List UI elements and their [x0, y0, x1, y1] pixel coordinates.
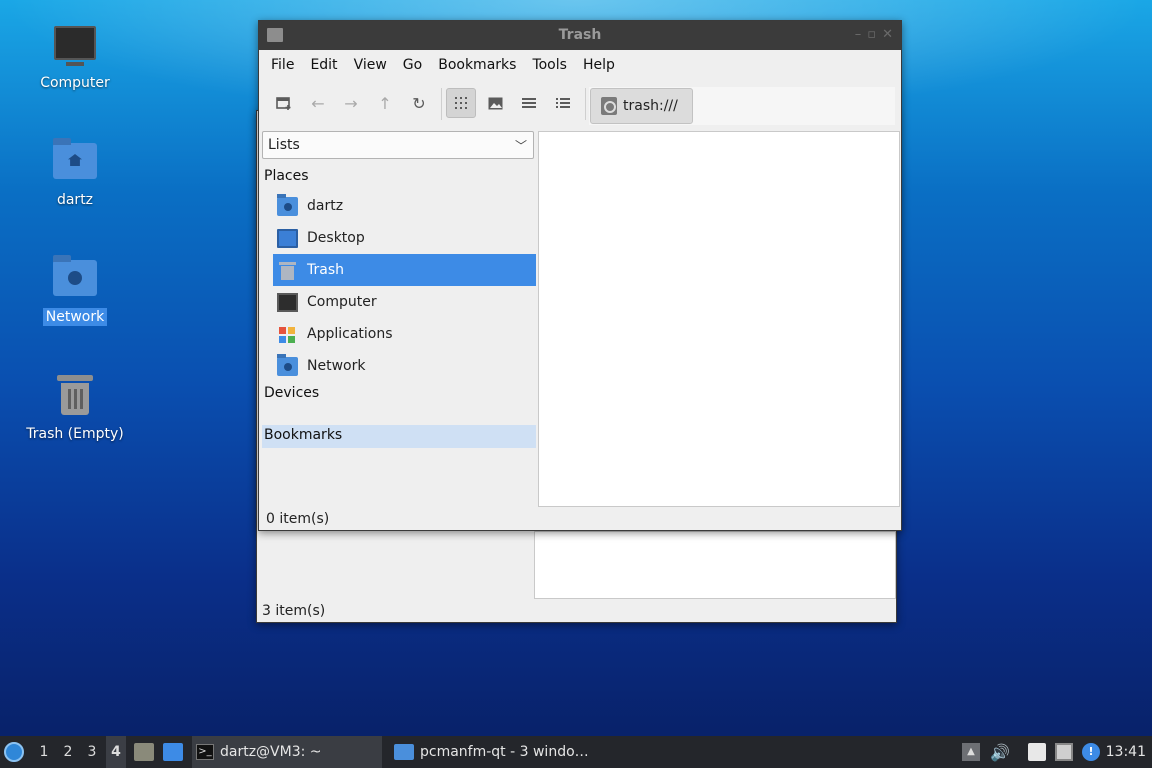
- menu-help[interactable]: Help: [575, 57, 623, 73]
- task-terminal[interactable]: >_ dartz@VM3: ~: [192, 736, 382, 768]
- computer-icon: [51, 20, 99, 68]
- desktop-icon-trash[interactable]: Trash (Empty): [20, 371, 130, 443]
- computer-icon: [277, 292, 298, 312]
- desktop-icon: [163, 743, 183, 761]
- desktop-icon-network[interactable]: Network: [20, 254, 130, 326]
- toolbar-separator: [585, 88, 586, 120]
- detailed-list-icon[interactable]: [548, 88, 578, 118]
- terminal-icon: >_: [196, 744, 214, 760]
- workspace-4[interactable]: 4: [106, 736, 126, 768]
- network-icon: [1055, 743, 1073, 761]
- task-label: pcmanfm-qt - 3 windo…: [420, 744, 589, 760]
- sidebar-item-label: Computer: [307, 294, 377, 310]
- task-pcmanfm[interactable]: pcmanfm-qt - 3 windo…: [394, 736, 594, 768]
- desktop-icon: [277, 228, 298, 248]
- workspace-2[interactable]: 2: [58, 736, 78, 768]
- sidebar-item-network[interactable]: Network: [273, 350, 536, 382]
- sidebar-item-dartz[interactable]: dartz: [273, 190, 536, 222]
- compact-view-icon[interactable]: [514, 88, 544, 118]
- side-pane-mode-value: Lists: [268, 137, 300, 153]
- folder-icon: [394, 744, 414, 760]
- sidebar-item-label: Desktop: [307, 230, 365, 246]
- sidebar-item-label: Network: [307, 358, 366, 374]
- taskbar: 1 2 3 4 >_ dartz@VM3: ~ pcmanfm-qt - 3 w…: [0, 736, 1152, 768]
- trash-icon: [51, 371, 99, 419]
- thumbnail-view-icon[interactable]: [480, 88, 510, 118]
- file-manager-window[interactable]: Trash – ▫ ✕ File Edit View Go Bookmarks …: [258, 20, 902, 531]
- home-folder-icon: [51, 137, 99, 185]
- maximize-icon[interactable]: ▫: [867, 27, 876, 42]
- menu-view[interactable]: View: [346, 57, 395, 73]
- workspace-1[interactable]: 1: [34, 736, 54, 768]
- bookmarks-row[interactable]: Bookmarks: [262, 425, 536, 448]
- sidebar-item-label: Applications: [307, 326, 393, 342]
- lubuntu-logo-icon: [4, 742, 24, 762]
- sidebar-item-computer[interactable]: Computer: [273, 286, 536, 318]
- menu-bookmarks[interactable]: Bookmarks: [430, 57, 524, 73]
- window-title: Trash: [558, 27, 602, 43]
- sidebar-item-trash[interactable]: Trash: [273, 254, 536, 286]
- file-manager-launcher[interactable]: [134, 736, 154, 768]
- sidebar-item-label: dartz: [307, 198, 344, 214]
- icon-view-icon[interactable]: [446, 88, 476, 118]
- chevron-up-icon: ▲: [962, 743, 980, 761]
- update-notifier-button[interactable]: !: [1082, 736, 1100, 768]
- side-pane: Lists ﹀ Places dartz Desktop Trash Compu…: [262, 131, 536, 511]
- clipboard-icon: [1028, 743, 1046, 761]
- file-list-pane[interactable]: [534, 531, 896, 599]
- tray-expand-button[interactable]: ▲: [962, 736, 980, 768]
- sidebar-item-label: Trash: [307, 262, 344, 278]
- workspace-3[interactable]: 3: [82, 736, 102, 768]
- volume-button[interactable]: 🔊: [990, 736, 1010, 768]
- status-bar: 3 item(s): [262, 603, 326, 619]
- toolbar-separator: [441, 88, 442, 120]
- applications-icon: [277, 325, 298, 344]
- close-icon[interactable]: ✕: [882, 27, 893, 42]
- network-button[interactable]: [1055, 736, 1073, 768]
- home-folder-icon: [277, 193, 298, 216]
- status-bar: 0 item(s): [266, 511, 330, 527]
- network-folder-icon: [51, 254, 99, 302]
- clipboard-button[interactable]: [1028, 736, 1046, 768]
- desktop-icon-computer[interactable]: Computer: [20, 20, 130, 92]
- clock[interactable]: 13:41: [1106, 736, 1146, 768]
- devices-heading[interactable]: Devices: [264, 385, 319, 401]
- sidebar-item-desktop[interactable]: Desktop: [273, 222, 536, 254]
- forward-arrow-icon[interactable]: →: [336, 88, 366, 118]
- network-folder-icon: [277, 353, 298, 376]
- minimize-icon[interactable]: –: [855, 27, 862, 42]
- file-manager-icon: [134, 743, 154, 761]
- new-tab-icon[interactable]: [269, 88, 299, 118]
- menu-file[interactable]: File: [263, 57, 302, 73]
- menu-bar: File Edit View Go Bookmarks Tools Help: [259, 50, 901, 80]
- menu-go[interactable]: Go: [395, 57, 430, 73]
- desktop-icon-label: Trash (Empty): [26, 426, 124, 442]
- menu-edit[interactable]: Edit: [302, 57, 345, 73]
- bookmarks-heading: Bookmarks: [264, 427, 343, 443]
- back-arrow-icon[interactable]: ←: [303, 88, 333, 118]
- task-label: dartz@VM3: ~: [220, 744, 322, 760]
- path-button-trash[interactable]: trash:///: [590, 88, 693, 124]
- desktop-icon-label: Computer: [40, 75, 110, 91]
- toolbar: ← → ↑ ↻ trash:///: [259, 80, 901, 126]
- notification-icon: !: [1082, 743, 1100, 761]
- menu-tools[interactable]: Tools: [524, 57, 575, 73]
- path-label: trash:///: [623, 98, 678, 114]
- reload-icon[interactable]: ↻: [404, 88, 434, 118]
- desktop-icon-label: Network: [42, 308, 108, 326]
- up-arrow-icon[interactable]: ↑: [370, 88, 400, 118]
- file-list-pane[interactable]: [538, 131, 900, 507]
- trash-icon: [277, 261, 298, 280]
- trash-location-icon: [601, 97, 617, 115]
- desktop-icon-label: dartz: [56, 192, 94, 208]
- title-bar[interactable]: Trash – ▫ ✕: [259, 21, 901, 50]
- start-menu-button[interactable]: [4, 736, 28, 768]
- places-heading[interactable]: Places: [264, 168, 309, 184]
- chevron-down-icon: ﹀: [514, 139, 527, 153]
- sidebar-item-applications[interactable]: Applications: [273, 318, 536, 350]
- desktop-icon-dartz[interactable]: dartz: [20, 137, 130, 209]
- volume-icon: 🔊: [990, 742, 1010, 762]
- show-desktop-launcher[interactable]: [163, 736, 183, 768]
- side-pane-mode-select[interactable]: Lists ﹀: [262, 131, 534, 159]
